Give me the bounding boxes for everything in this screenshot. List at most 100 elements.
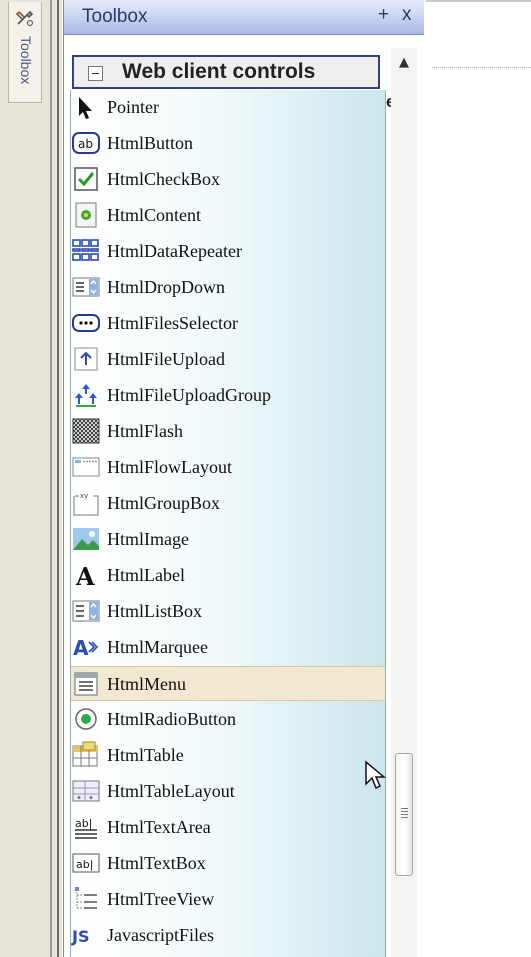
button-ab-icon: ab <box>72 132 100 154</box>
tool-label: HtmlTable <box>107 745 184 765</box>
tool-item-htmldatarepeater[interactable]: HtmlDataRepeater <box>71 234 385 269</box>
tool-item-htmlfilesselector[interactable]: HtmlFilesSelector <box>71 306 385 341</box>
tool-item-htmldropdown[interactable]: HtmlDropDown <box>71 270 385 305</box>
tool-item-htmlcontent[interactable]: HtmlContent <box>71 198 385 233</box>
tool-item-htmlradiobutton[interactable]: HtmlRadioButton <box>71 702 385 737</box>
checkbox-icon <box>74 167 98 191</box>
tree-view-icon <box>75 887 97 909</box>
tool-label: HtmlContent <box>107 205 201 225</box>
list-box-icon <box>72 600 100 622</box>
mouse-cursor-icon <box>365 760 386 790</box>
group-header-web-client-controls[interactable]: Web client controls <box>72 55 380 89</box>
tool-item-htmlflash[interactable]: HtmlFlash <box>71 414 385 449</box>
tool-label: HtmlTableLayout <box>107 781 235 801</box>
group-label: Web client controls <box>122 60 316 83</box>
text-area-icon: ab| <box>75 817 97 839</box>
toolbox-icon <box>15 10 34 27</box>
radio-button-icon <box>75 708 97 730</box>
tool-label: HtmlListBox <box>107 601 203 621</box>
tool-item-pointer[interactable]: Pointer <box>71 90 385 125</box>
svg-text:A: A <box>75 562 95 590</box>
close-icon[interactable]: x <box>402 4 412 26</box>
tool-label: HtmlButton <box>107 133 194 153</box>
tool-item-javascriptfiles[interactable]: JS JavascriptFiles <box>71 918 385 953</box>
scroll-grip-icon <box>401 808 408 809</box>
svg-text:A: A <box>73 636 89 660</box>
file-upload-icon <box>74 347 98 371</box>
tool-item-htmltextbox[interactable]: ab| HtmlTextBox <box>71 846 385 881</box>
tool-item-htmlmenu[interactable]: HtmlMenu <box>71 666 385 701</box>
svg-text:JS: JS <box>71 927 89 946</box>
tool-item-htmlfileupload[interactable]: HtmlFileUpload <box>71 342 385 377</box>
tool-label: HtmlTreeView <box>107 889 215 909</box>
svg-text:ab: ab <box>78 137 93 151</box>
tool-label: HtmlTextBox <box>107 853 206 873</box>
tool-item-htmlimage[interactable]: HtmlImage <box>71 522 385 557</box>
tool-label: HtmlImage <box>107 529 189 549</box>
side-tab-toolbox[interactable]: Toolbox <box>8 2 42 103</box>
dropdown-icon <box>72 277 100 297</box>
scroll-up-arrow-icon[interactable]: ▲ <box>391 48 417 78</box>
toolbox-scrollbar[interactable]: ▲ <box>391 48 417 957</box>
tool-item-htmllabel[interactable]: A HtmlLabel <box>71 558 385 593</box>
image-icon <box>73 528 99 550</box>
svg-text:ab|: ab| <box>75 817 92 830</box>
tool-label: HtmlLabel <box>107 565 185 585</box>
svg-text:xy: xy <box>80 492 88 500</box>
label-a-icon: A <box>75 562 95 590</box>
tool-item-htmltreeview[interactable]: HtmlTreeView <box>71 882 385 917</box>
tool-item-htmltable[interactable]: HtmlTable <box>71 738 385 773</box>
tool-label: HtmlDropDown <box>107 277 225 297</box>
tool-label: HtmlTextArea <box>107 817 211 837</box>
tool-item-htmltextarea[interactable]: ab| HtmlTextArea <box>71 810 385 845</box>
tool-label: HtmlRadioButton <box>107 709 237 729</box>
editor-top-edge <box>425 0 531 2</box>
tool-label: HtmlDataRepeater <box>107 241 242 261</box>
flow-layout-icon <box>72 457 100 477</box>
toolbox-title-bar[interactable]: Toolbox + x <box>64 0 424 35</box>
tool-item-htmlbutton[interactable]: ab HtmlButton <box>71 126 385 161</box>
content-page-icon <box>75 202 97 228</box>
dock-separator <box>57 0 59 957</box>
toolbox-item-list: Pointer ab HtmlButton HtmlCheckBox HtmlC… <box>70 90 386 957</box>
table-icon <box>72 741 98 767</box>
tool-label: JavascriptFiles <box>107 925 214 945</box>
tool-label: HtmlFileUpload <box>107 349 225 369</box>
tool-label: HtmlFlowLayout <box>107 457 232 477</box>
scroll-thumb[interactable] <box>395 753 413 876</box>
menu-icon <box>74 672 98 696</box>
tool-item-htmlcheckbox[interactable]: HtmlCheckBox <box>71 162 385 197</box>
tool-item-htmllistbox[interactable]: HtmlListBox <box>71 594 385 629</box>
javascript-files-icon: JS <box>71 927 89 946</box>
tool-item-htmlmarquee[interactable]: A HtmlMarquee <box>71 630 385 665</box>
tool-label: Pointer <box>107 97 159 117</box>
toolbox-title: Toolbox <box>82 6 148 27</box>
toolbox-window: Toolbox + x Web client controls es Point… <box>63 0 426 957</box>
tool-item-htmlgroupbox[interactable]: xy HtmlGroupBox <box>71 486 385 521</box>
tool-label: HtmlMenu <box>107 674 186 694</box>
tool-item-htmltablelayout[interactable]: HtmlTableLayout <box>71 774 385 809</box>
side-tab-label: Toolbox <box>18 36 34 85</box>
pin-icon[interactable]: + <box>378 4 389 26</box>
files-selector-icon <box>72 314 100 332</box>
collapse-icon[interactable] <box>88 66 103 81</box>
data-repeater-icon <box>72 239 99 261</box>
flash-icon <box>72 418 100 444</box>
svg-text:ab|: ab| <box>76 858 93 871</box>
side-dock-strip: Toolbox <box>0 0 62 957</box>
group-box-icon: xy <box>73 492 99 516</box>
table-layout-icon <box>72 780 100 802</box>
marquee-icon: A <box>73 636 99 660</box>
tool-label: HtmlMarquee <box>107 637 208 657</box>
dock-separator <box>50 0 52 957</box>
tool-label: HtmlCheckBox <box>107 169 220 189</box>
tool-label: HtmlFilesSelector <box>107 313 238 333</box>
text-box-icon: ab| <box>72 853 100 873</box>
tool-item-htmlfileuploadgroup[interactable]: HtmlFileUploadGroup <box>71 378 385 413</box>
tool-label: HtmlFlash <box>107 421 184 441</box>
pointer-arrow-icon <box>79 97 92 119</box>
editor-dotted-guide <box>432 67 531 68</box>
tool-item-htmlflowlayout[interactable]: HtmlFlowLayout <box>71 450 385 485</box>
tool-label: HtmlGroupBox <box>107 493 221 513</box>
file-upload-group-icon <box>75 384 97 407</box>
